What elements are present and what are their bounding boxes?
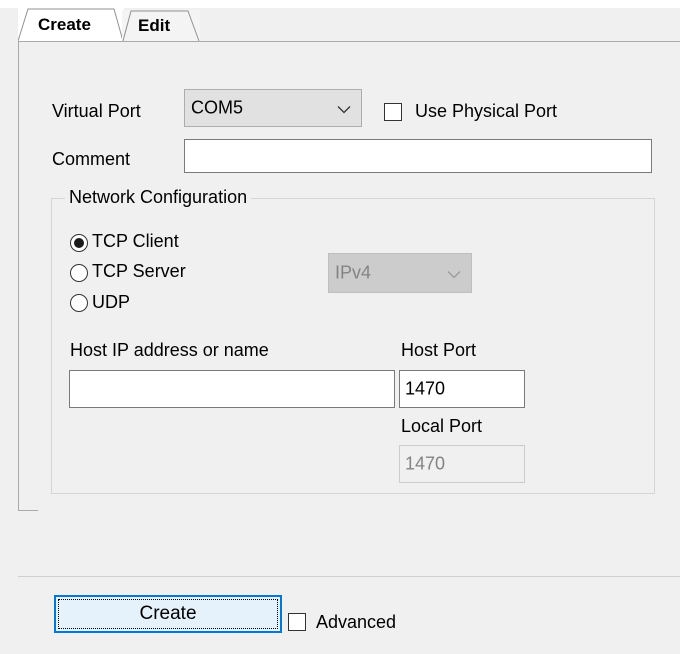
create-button[interactable]: Create — [54, 595, 282, 633]
host-ip-label: Host IP address or name — [70, 340, 269, 360]
tab-create-label: Create — [38, 15, 91, 34]
tcp-client-radio[interactable] — [70, 234, 88, 252]
network-configuration-title: Network Configuration — [65, 187, 252, 208]
ip-version-select[interactable]: IPv4 — [328, 253, 472, 293]
local-port-value: 1470 — [405, 453, 446, 474]
tcp-client-label[interactable]: TCP Client — [92, 231, 179, 252]
udp-label[interactable]: UDP — [92, 292, 130, 313]
use-physical-port-label[interactable]: Use Physical Port — [415, 101, 557, 122]
footer-divider — [18, 576, 680, 577]
tab-create[interactable]: Create — [18, 8, 124, 42]
advanced-checkbox[interactable] — [288, 613, 306, 631]
top-strip — [0, 0, 680, 8]
tab-edit-label: Edit — [138, 16, 171, 35]
virtual-port-select[interactable]: COM5 — [184, 89, 362, 127]
host-ip-input[interactable] — [69, 370, 395, 408]
create-button-label: Create — [139, 603, 197, 624]
use-physical-port-checkbox[interactable] — [384, 103, 402, 121]
host-port-input[interactable]: 1470 — [399, 370, 525, 408]
comment-label: Comment — [52, 149, 131, 169]
page-bottom-edge — [18, 510, 38, 511]
comment-input[interactable] — [184, 139, 652, 173]
ip-version-value: IPv4 — [335, 262, 372, 283]
host-port-value: 1470 — [405, 378, 446, 399]
tab-edit[interactable]: Edit — [122, 10, 200, 42]
host-port-label: Host Port — [401, 340, 477, 360]
virtual-port-value: COM5 — [191, 97, 244, 118]
create-edit-window: Create Edit Virtual Port COM5 Use Physic… — [0, 0, 680, 654]
virtual-port-label: Virtual Port — [52, 101, 141, 121]
chevron-down-icon — [337, 98, 351, 119]
local-port-label: Local Port — [401, 416, 483, 436]
tcp-server-label[interactable]: TCP Server — [92, 261, 186, 282]
chevron-down-icon — [447, 263, 461, 284]
udp-radio[interactable] — [70, 294, 88, 312]
local-port-input[interactable]: 1470 — [399, 445, 525, 483]
tcp-server-radio[interactable] — [70, 264, 88, 282]
advanced-label[interactable]: Advanced — [316, 612, 396, 633]
